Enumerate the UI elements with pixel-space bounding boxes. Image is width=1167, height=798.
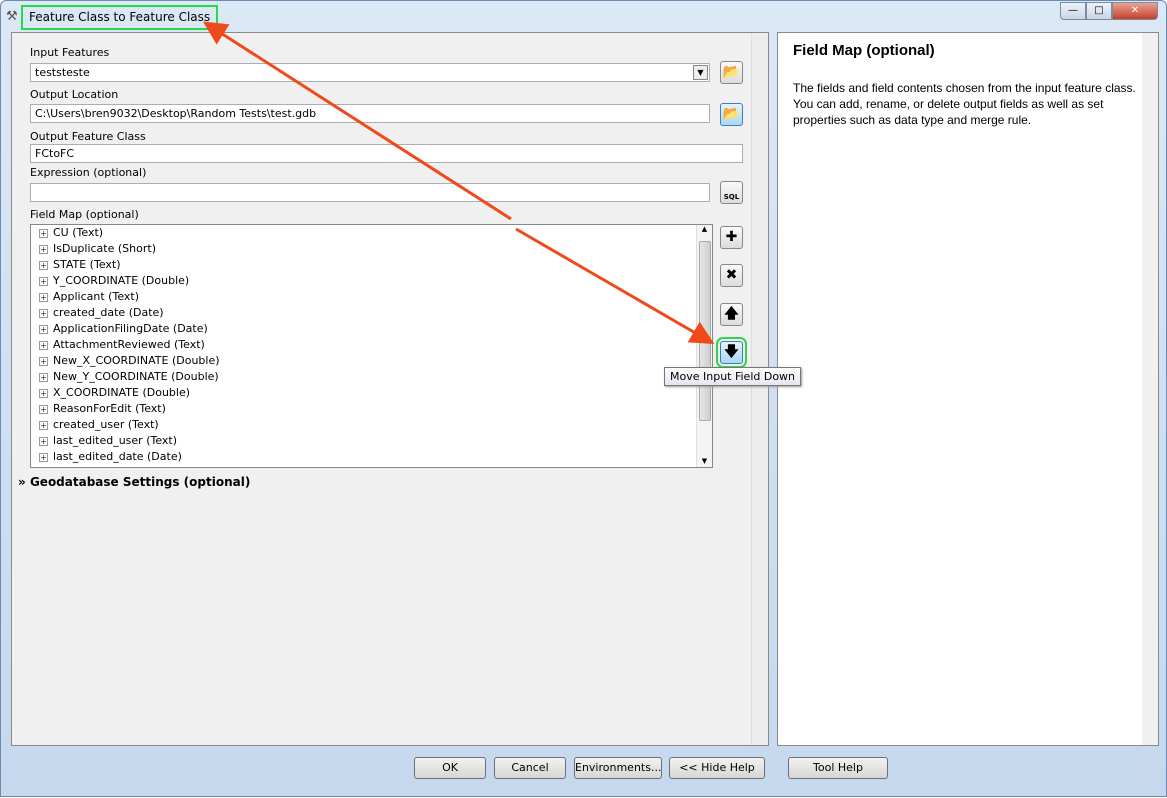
annotation-arrow [202,21,715,345]
dialog-window: ⚒ Feature Class to Feature Class — □ ✕ I… [0,0,1167,797]
